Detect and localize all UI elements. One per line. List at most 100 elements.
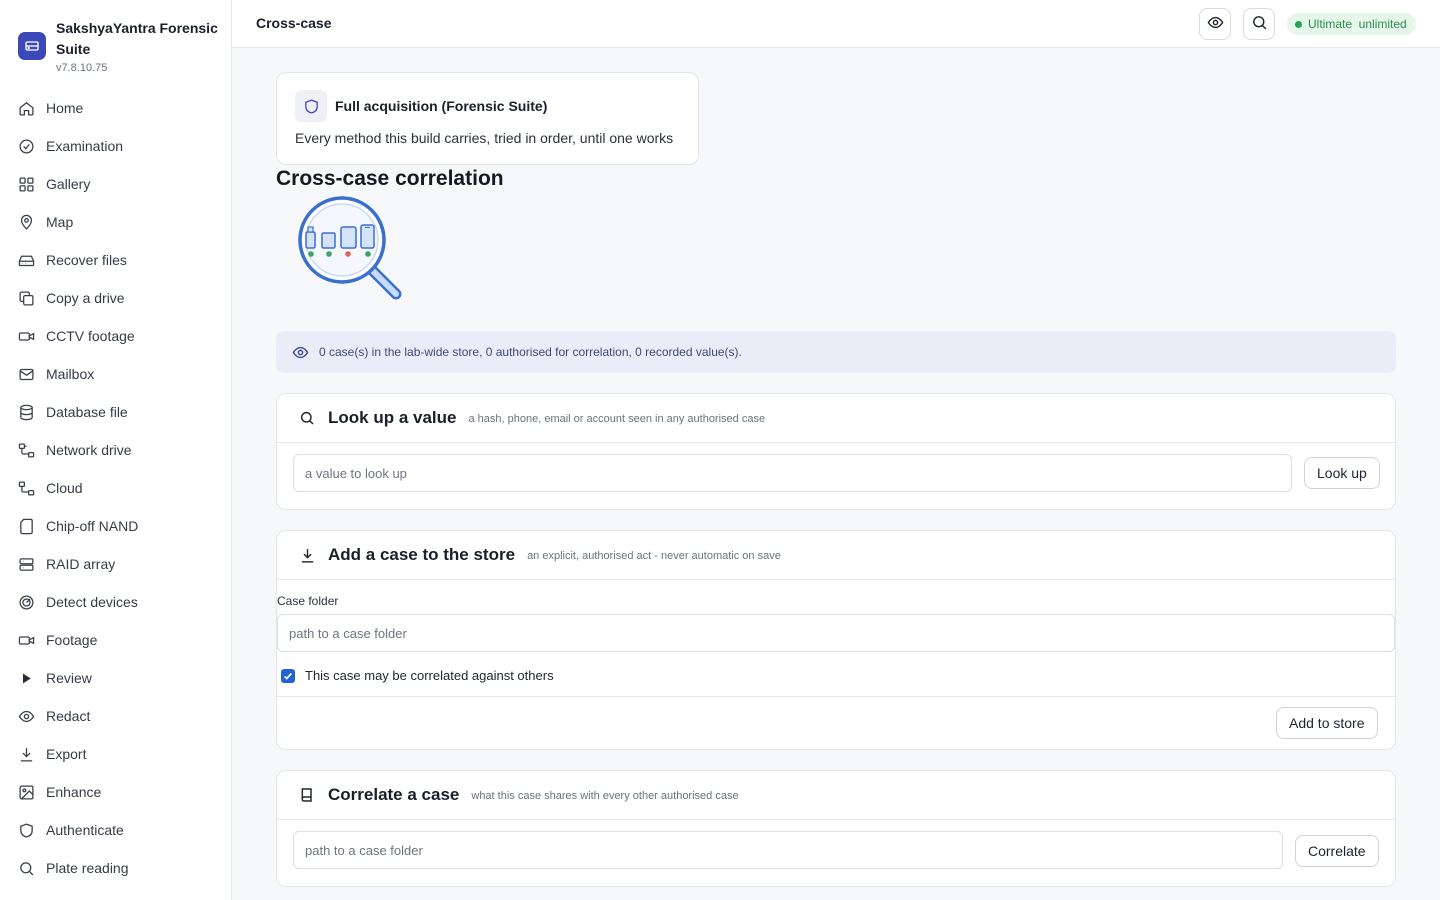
copy-icon (18, 290, 35, 307)
image-icon (18, 784, 35, 801)
correlate-panel: Correlate a case what this case shares w… (276, 770, 1396, 887)
sidebar-item-database-file[interactable]: Database file (0, 393, 231, 431)
search-icon (18, 860, 35, 877)
sidebar-item-label: Detect devices (46, 594, 138, 610)
video-icon (18, 632, 35, 649)
eye-icon (292, 344, 309, 361)
eye-icon (1207, 14, 1224, 34)
sidebar-item-footage[interactable]: Footage (0, 621, 231, 659)
panel-title: Add a case to the store (328, 545, 516, 564)
sidebar-item-label: Database file (46, 404, 128, 420)
view-toggle-button[interactable] (1199, 8, 1231, 40)
divider (277, 696, 1395, 697)
sidebar-item-gallery[interactable]: Gallery (0, 165, 231, 203)
shield-icon (18, 822, 35, 839)
correlation-consent-label: This case may be correlated against othe… (305, 668, 554, 683)
home-icon (18, 100, 35, 117)
panel-subtitle: a hash, phone, email or account seen in … (468, 413, 766, 425)
sidebar-item-label: Network drive (46, 442, 132, 458)
server-icon (18, 556, 35, 573)
sidebar-item-label: Map (46, 214, 74, 230)
shield-icon (295, 90, 327, 122)
search-button[interactable] (1243, 8, 1275, 40)
lookup-button[interactable]: Look up (1304, 457, 1380, 489)
add-to-store-button[interactable]: Add to store (1276, 707, 1378, 739)
panel-header: Add a case to the store an explicit, aut… (277, 531, 1395, 580)
mail-icon (18, 366, 35, 383)
sidebar-item-label: Home (46, 100, 84, 116)
map-pin-icon (18, 214, 35, 231)
lookup-value-input[interactable] (293, 454, 1292, 492)
sidebar-item-home[interactable]: Home (0, 89, 231, 127)
panel-header: Correlate a case what this case shares w… (277, 771, 1395, 820)
sidebar-item-copy-a-drive[interactable]: Copy a drive (0, 279, 231, 317)
page-title: Cross-case (256, 15, 332, 31)
mode-description: Every method this build carries, tried i… (295, 130, 674, 146)
sidebar-item-label: Examination (46, 138, 124, 154)
sidebar-item-label: Enhance (46, 784, 102, 800)
store-status-text: 0 case(s) in the lab-wide store, 0 autho… (319, 345, 742, 359)
section-title: Cross-case correlation (276, 167, 504, 190)
sidebar-item-redact[interactable]: Redact (0, 697, 231, 735)
sidebar-item-map[interactable]: Map (0, 203, 231, 241)
sidebar-item-enhance[interactable]: Enhance (0, 773, 231, 811)
brand: SakshyaYantra Forensic Suite v7.8.10.75 (18, 18, 221, 74)
sidebar-item-export[interactable]: Export (0, 735, 231, 773)
download-icon (18, 746, 35, 763)
add-case-panel: Add a case to the store an explicit, aut… (276, 530, 1396, 750)
sidebar: SakshyaYantra Forensic Suite v7.8.10.75 … (0, 0, 232, 900)
hard-drive-icon (18, 252, 35, 269)
correlation-consent-checkbox[interactable] (281, 668, 295, 683)
sidebar-item-label: Review (46, 670, 92, 686)
license-badge: Ultimate unlimited (1287, 13, 1416, 35)
magnifier-devices-illustration (296, 196, 406, 300)
sidebar-item-label: Plate reading (46, 860, 129, 876)
panel-subtitle: what this case shares with every other a… (471, 790, 739, 802)
sidebar-item-cloud[interactable]: Cloud (0, 469, 231, 507)
sidebar-item-plate-reading[interactable]: Plate reading (0, 849, 231, 887)
sidebar-item-authenticate[interactable]: Authenticate (0, 811, 231, 849)
sidebar-item-mailbox[interactable]: Mailbox (0, 355, 231, 393)
panel-title: Look up a value (328, 408, 457, 427)
sidebar-item-label: Export (46, 746, 87, 762)
sidebar-item-chip-off-nand[interactable]: Chip-off NAND (0, 507, 231, 545)
lookup-panel: Look up a value a hash, phone, email or … (276, 393, 1396, 510)
sidebar-item-label: RAID array (46, 556, 116, 572)
panel-header: Look up a value a hash, phone, email or … (277, 394, 1395, 443)
sidebar-item-raid-array[interactable]: RAID array (0, 545, 231, 583)
book-icon (298, 786, 316, 804)
sidebar-item-recover-files[interactable]: Recover files (0, 241, 231, 279)
license-label: Ultimate unlimited (1308, 17, 1407, 31)
sidebar-item-label: Mailbox (46, 366, 95, 382)
sidebar-item-label: Copy a drive (46, 290, 125, 306)
sidebar-item-label: CCTV footage (46, 328, 135, 344)
radar-icon (18, 594, 35, 611)
mode-title: Full acquisition (Forensic Suite) (335, 98, 548, 114)
acquisition-mode-card[interactable]: Full acquisition (Forensic Suite) Every … (276, 72, 699, 165)
sidebar-item-label: Chip-off NAND (46, 518, 139, 534)
video-camera-icon (18, 328, 35, 345)
app-name: SakshyaYantra Forensic Suite (56, 20, 218, 57)
search-icon (298, 409, 316, 427)
sidebar-item-label: Gallery (46, 176, 91, 192)
main-content: Full acquisition (Forensic Suite) Every … (232, 48, 1440, 900)
correlate-button[interactable]: Correlate (1295, 835, 1379, 867)
database-icon (18, 404, 35, 421)
case-folder-input[interactable] (277, 614, 1395, 652)
sidebar-item-examination[interactable]: Examination (0, 127, 231, 165)
sidebar-nav: Home Examination Gallery Map Recover fil… (0, 89, 231, 887)
check-circle-icon (18, 138, 35, 155)
correlation-consent-row[interactable]: This case may be correlated against othe… (281, 668, 554, 683)
sidebar-item-label: Recover files (46, 252, 127, 268)
play-icon (18, 670, 35, 687)
sidebar-item-review[interactable]: Review (0, 659, 231, 697)
top-bar: Cross-case Ultimate unlimited (232, 0, 1440, 48)
sidebar-item-cctv-footage[interactable]: CCTV footage (0, 317, 231, 355)
sidebar-item-label: Cloud (46, 480, 83, 496)
grid-icon (18, 176, 35, 193)
sidebar-item-network-drive[interactable]: Network drive (0, 431, 231, 469)
sidebar-item-detect-devices[interactable]: Detect devices (0, 583, 231, 621)
cloud-network-icon (18, 480, 35, 497)
correlate-case-folder-input[interactable] (293, 831, 1283, 869)
panel-subtitle: an explicit, authorised act - never auto… (527, 550, 781, 562)
